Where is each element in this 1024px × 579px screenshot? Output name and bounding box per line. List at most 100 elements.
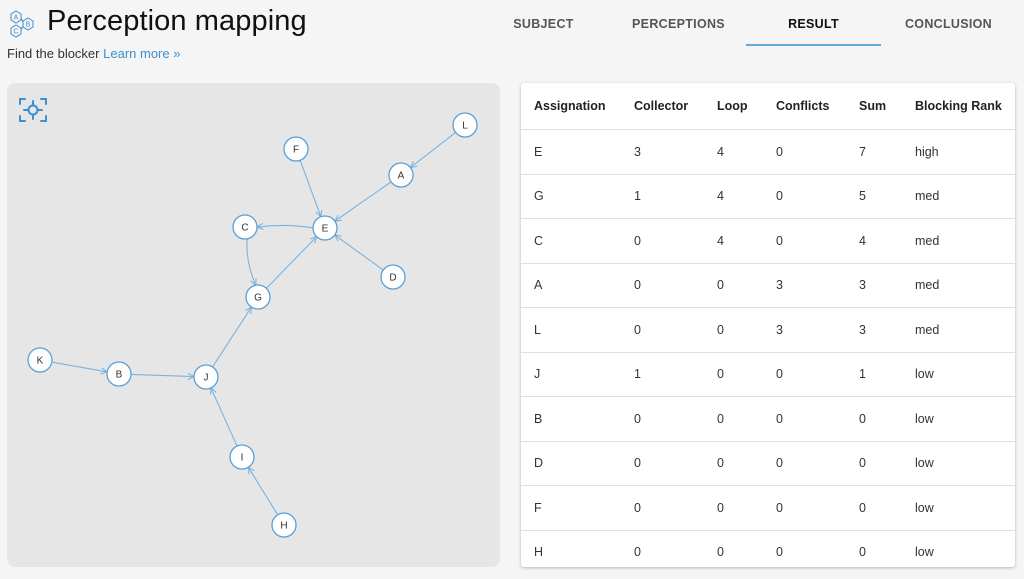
node-label: L (462, 121, 468, 132)
graph-edge-e-c (257, 225, 314, 227)
cell-assignation: D (521, 441, 634, 486)
graph-node-i[interactable]: I (229, 444, 255, 470)
table-header-row: Assignation Collector Loop Conflicts Sum… (521, 83, 1015, 130)
subtitle-text: Find the blocker (7, 46, 100, 61)
tab-result[interactable]: RESULT (746, 0, 881, 47)
graph-node-c[interactable]: C (232, 214, 258, 240)
column-header-sum[interactable]: Sum (859, 83, 915, 130)
cell-sum: 0 (859, 545, 866, 560)
graph-node-g[interactable]: G (245, 284, 271, 310)
graph-edge-c-g (246, 238, 256, 285)
graph-node-e[interactable]: E (312, 215, 338, 241)
graph-node-l[interactable]: L (452, 112, 478, 138)
cell-conflicts: 0 (776, 545, 783, 560)
cell-loop: 0 (717, 263, 776, 308)
header: A B C Perception mapping Find the blocke… (0, 0, 1024, 70)
cell-loop: 0 (717, 396, 776, 442)
cell-conflicts: 0 (776, 396, 859, 442)
page-title: Perception mapping (47, 5, 307, 37)
tab-perceptions[interactable]: PERCEPTIONS (611, 0, 746, 47)
learn-more-link[interactable]: Learn more » (103, 46, 180, 61)
cell-loop: 0 (717, 352, 776, 397)
graph-node-f[interactable]: F (283, 136, 309, 162)
cell-conflicts: 0 (776, 485, 859, 531)
column-header-conflicts[interactable]: Conflicts (776, 83, 859, 130)
cell-assignation: J (521, 352, 634, 397)
cell-conflicts: 3 (776, 307, 859, 353)
node-label: K (37, 356, 44, 367)
cell-blocking-rank: low (915, 545, 934, 560)
cell-blocking-rank: low (915, 441, 1015, 486)
table-row[interactable]: H 0 0 0 0 low (521, 530, 1015, 567)
cell-collector: 0 (634, 218, 717, 264)
graph-edge-i-j (211, 388, 238, 447)
table-row[interactable]: A 0 0 3 3 med (521, 263, 1015, 308)
cell-collector: 0 (634, 307, 717, 353)
tab-subject[interactable]: SUBJECT (476, 0, 611, 47)
node-label: D (389, 273, 396, 284)
node-label: A (398, 171, 405, 182)
logo-letter-c: C (13, 29, 18, 36)
tab-conclusion[interactable]: CONCLUSION (881, 0, 1016, 47)
graph-edge-d-e (335, 235, 384, 271)
cell-sum: 1 (859, 352, 915, 397)
cell-blocking-rank: high (915, 129, 1015, 175)
column-header-assignation[interactable]: Assignation (521, 83, 634, 130)
node-label: J (204, 373, 209, 384)
node-label: I (241, 453, 244, 464)
cell-blocking-rank: med (915, 263, 1015, 308)
table-row[interactable]: G 1 4 0 5 med (521, 174, 1015, 219)
table-row[interactable]: F 0 0 0 0 low (521, 485, 1015, 531)
cell-sum: 7 (859, 129, 915, 175)
graph-edge-k-b (51, 361, 107, 372)
cell-blocking-rank: med (915, 218, 1015, 264)
graph-node-h[interactable]: H (271, 512, 297, 538)
graph-edge-l-a (410, 131, 456, 167)
table-row[interactable]: L 0 0 3 3 med (521, 307, 1015, 353)
cell-assignation: L (521, 307, 634, 353)
graph-node-j[interactable]: J (193, 364, 219, 390)
cell-collector: 3 (634, 129, 717, 175)
cell-collector: 0 (634, 396, 717, 442)
cell-loop: 4 (717, 129, 776, 175)
cell-sum: 5 (859, 174, 915, 219)
cell-conflicts: 0 (776, 174, 859, 219)
table-row[interactable]: D 0 0 0 0 low (521, 441, 1015, 486)
node-label: E (322, 224, 329, 235)
cell-conflicts: 3 (776, 263, 859, 308)
node-label: B (116, 370, 123, 381)
cell-loop: 0 (717, 441, 776, 486)
graph-node-k[interactable]: K (27, 347, 53, 373)
logo-letter-b: B (26, 22, 31, 29)
graph-edge-f-e (299, 160, 321, 216)
table-row[interactable]: C 0 4 0 4 med (521, 218, 1015, 264)
table-row[interactable]: J 1 0 0 1 low (521, 352, 1015, 397)
graph-node-d[interactable]: D (380, 264, 406, 290)
cell-conflicts: 0 (776, 352, 859, 397)
subtitle: Find the blocker Learn more » (7, 46, 180, 61)
cell-collector: 1 (634, 352, 717, 397)
cell-assignation: E (521, 129, 634, 175)
node-label: C (241, 223, 248, 234)
column-header-blocking-rank[interactable]: Blocking Rank (915, 83, 1015, 130)
cell-blocking-rank: low (915, 352, 1015, 397)
graph-edge-j-g (212, 307, 252, 368)
table-row[interactable]: E 3 4 0 7 high (521, 129, 1015, 175)
cell-collector: 0 (634, 545, 641, 560)
cell-conflicts: 0 (776, 129, 859, 175)
cell-sum: 0 (859, 485, 915, 531)
graph-node-a[interactable]: A (388, 162, 414, 188)
cell-collector: 1 (634, 174, 717, 219)
cell-blocking-rank: low (915, 396, 1015, 442)
column-header-collector[interactable]: Collector (634, 83, 717, 130)
cell-sum: 4 (859, 218, 915, 264)
table-row[interactable]: B 0 0 0 0 low (521, 396, 1015, 442)
column-header-loop[interactable]: Loop (717, 83, 776, 130)
cell-assignation: A (521, 263, 634, 308)
cell-sum: 0 (859, 441, 915, 486)
result-table: Assignation Collector Loop Conflicts Sum… (521, 83, 1015, 567)
graph-panel[interactable]: L F A C E D G K B J I H (7, 83, 500, 567)
graph-node-b[interactable]: B (106, 361, 132, 387)
logo-letter-a: A (14, 15, 19, 22)
cell-assignation: B (521, 396, 634, 442)
